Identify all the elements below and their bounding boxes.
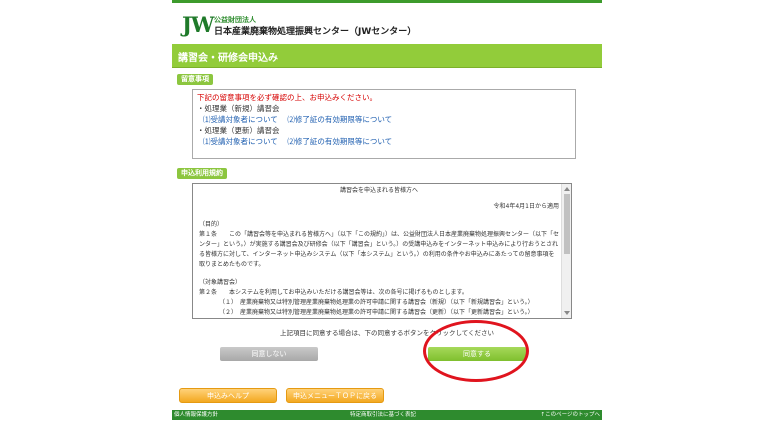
course-new-links: ⑴受講対象者について ⑵修了証の有効期限等について [197,114,571,125]
footer-bar: 個人情報保護方針 特定商取引法に基づく表記 ↑このページのトップへ [172,410,602,420]
page: JW 公益財団法人 日本産業廃棄物処理振興センター（JWセンター） 講習会・研修… [172,0,602,439]
link-renew-target[interactable]: ⑴受講対象者について [203,137,278,146]
terms-purpose-heading: （目的） [199,221,224,228]
scroll-thumb[interactable] [564,194,570,254]
notice-tab-label: 留意事項 [177,74,213,85]
site-logo[interactable]: JW 公益財団法人 日本産業廃棄物処理振興センター（JWセンター） [182,12,482,40]
notice-box: 下記の留意事項を必ず確認の上、お申込みください。 ・処理業（新規）講習会 ⑴受講… [192,89,576,159]
logo-title: 日本産業廃棄物処理振興センター（JWセンター） [214,27,417,37]
link-renew-certificate[interactable]: ⑵修了証の有効期限等について [287,137,392,146]
terms-article-1: 第１条 この「講習会等を申込まれる皆様方へ」（以下「この規約」）は、公益財団法人… [199,231,560,268]
terms-article-2: 第２条 本システムを利用してお申込みいただける講習会等は、次の各号に掲げるものと… [199,289,468,296]
disagree-button[interactable]: 同意しない [220,347,318,361]
terms-item-1: （１） 産業廃棄物又は特別管理産業廃棄物処理業の許可申請に関する講習会（新規）（… [219,299,534,306]
logo-mark: JW [182,12,215,37]
course-renew-label: ・処理業（更新）講習会 [197,126,280,135]
menu-top-button[interactable]: 申込メニューＴＯＰに戻る [286,388,384,403]
scroll-up-arrow-icon[interactable] [564,187,570,191]
footer-law-link[interactable]: 特定商取引法に基づく表記 [350,410,416,420]
terms-tab-label: 申込利用規約 [177,168,227,179]
terms-effective-date: 令和4年4月1日から適用 [493,203,559,210]
footer-privacy-link[interactable]: 個人情報保護方針 [174,410,218,420]
highlight-circle [423,320,529,382]
page-title: 講習会・研修会申込み [178,53,278,64]
terms-scroll-box[interactable]: 講習会を申込まれる皆様方へ 令和4年4月1日から適用 （目的） 第１条 この「講… [192,183,572,319]
agree-instruction: 上記項目に同意する場合は、下の同意するボタンをクリックしてください [279,329,495,337]
top-bar [172,0,602,3]
page-title-bar: 講習会・研修会申込み [172,44,602,68]
help-button[interactable]: 申込みヘルプ [179,388,277,403]
footer-top-link[interactable]: ↑このページのトップへ [541,410,601,420]
terms-target-heading: （対象講習会） [199,279,242,286]
terms-content: 講習会を申込まれる皆様方へ 令和4年4月1日から適用 （目的） 第１条 この「講… [199,186,559,318]
notice-warning: 下記の留意事項を必ず確認の上、お申込みください。 [197,93,377,102]
course-renew-links: ⑴受講対象者について ⑵修了証の有効期限等について [197,136,571,147]
terms-scrollbar[interactable] [561,184,571,318]
course-new-label: ・処理業（新規）講習会 [197,104,280,113]
terms-item-2: （２） 産業廃棄物又は特別管理産業廃棄物処理業の許可申請に関する講習会（更新）（… [219,309,534,316]
link-new-target[interactable]: ⑴受講対象者について [203,115,278,124]
link-new-certificate[interactable]: ⑵修了証の有効期限等について [287,115,392,124]
terms-heading: 講習会を申込まれる皆様方へ [339,187,418,194]
scroll-down-arrow-icon[interactable] [564,311,570,315]
